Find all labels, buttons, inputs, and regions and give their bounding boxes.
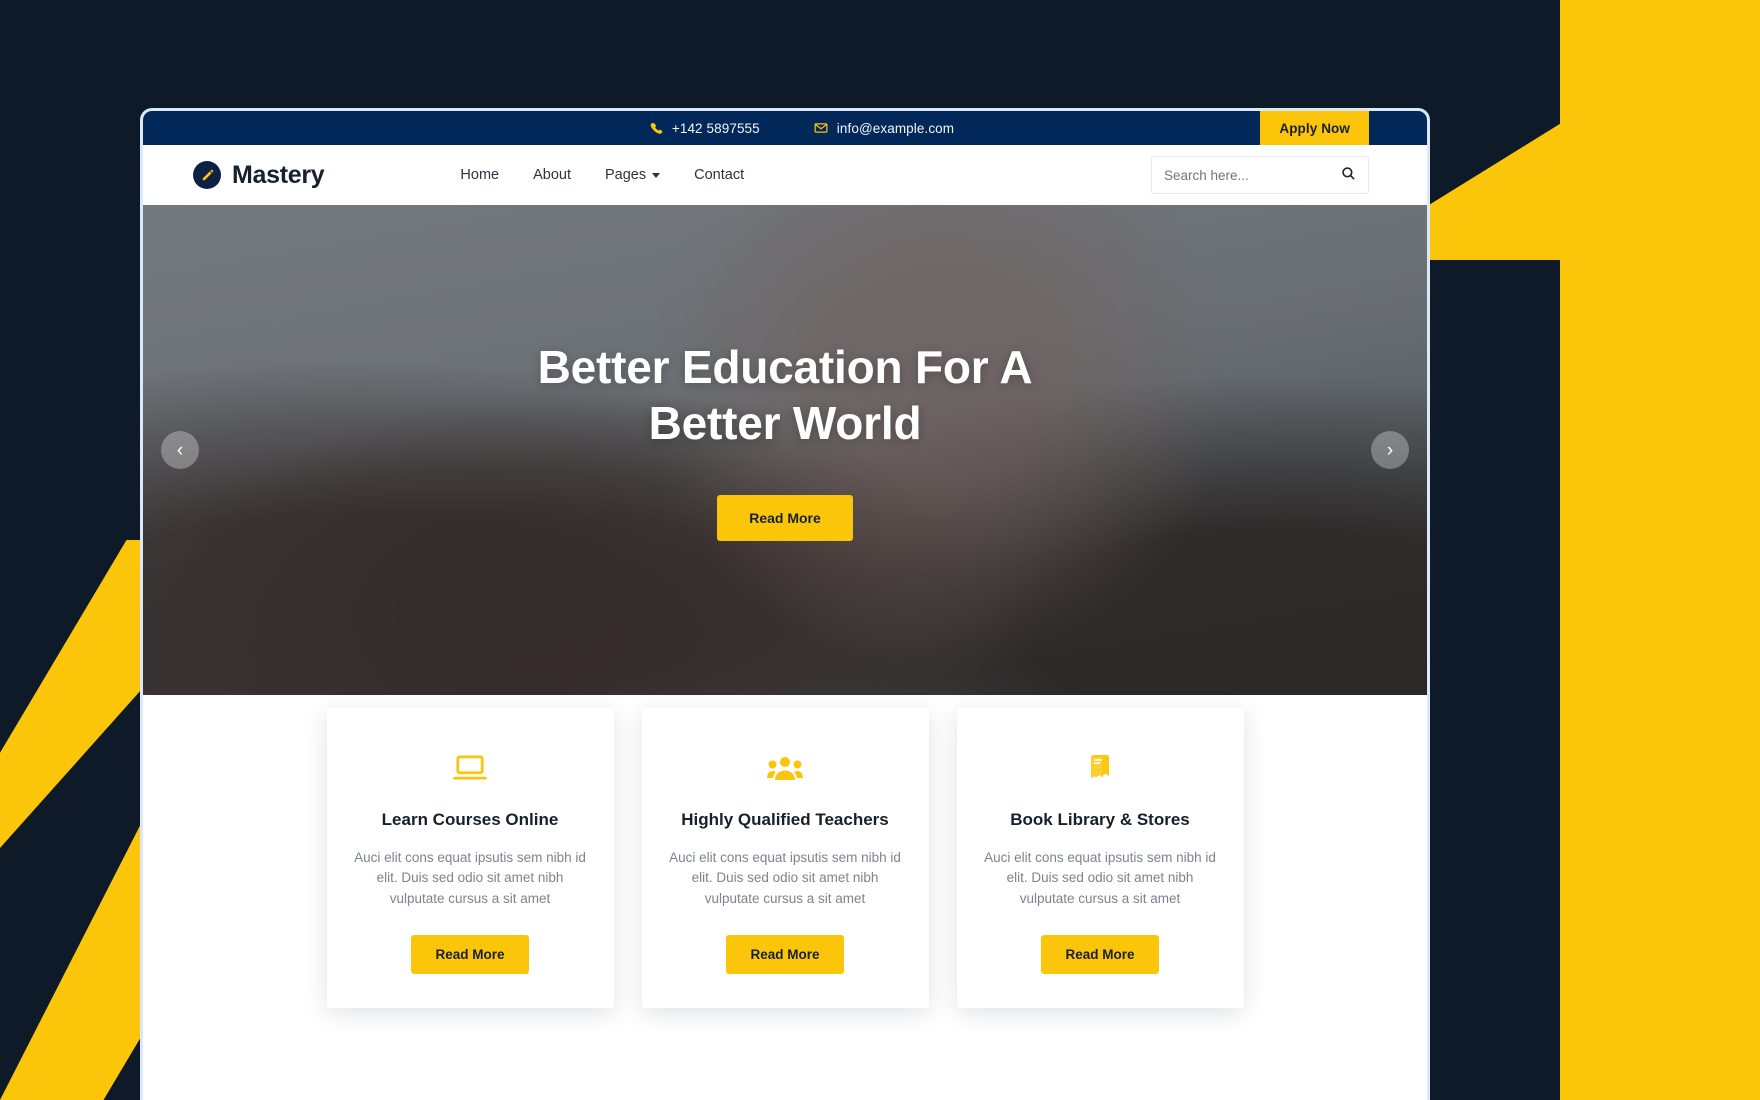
users-group-icon xyxy=(668,748,903,788)
nav-label: Home xyxy=(460,167,500,183)
chevron-left-icon: ‹ xyxy=(176,439,184,461)
nav-label: About xyxy=(533,167,571,183)
nav-links: Home About Pages Contact xyxy=(460,167,744,183)
book-icon xyxy=(983,748,1218,788)
carousel-prev-button[interactable]: ‹ xyxy=(161,431,199,469)
nav-link-pages[interactable]: Pages xyxy=(605,167,661,183)
apply-now-button[interactable]: Apply Now xyxy=(1260,111,1369,145)
main-navigation-bar: Mastery Home About Pages Contact xyxy=(143,145,1427,205)
search-box[interactable] xyxy=(1151,156,1369,194)
card-read-more-button[interactable]: Read More xyxy=(1041,934,1159,974)
card-description: Auci elit cons equat ipsutis sem nibh id… xyxy=(984,850,1216,906)
chevron-right-icon: › xyxy=(1386,439,1394,461)
nav-label: Contact xyxy=(694,167,745,183)
nav-link-about[interactable]: About xyxy=(533,167,571,183)
pencil-square-icon xyxy=(193,161,221,189)
hero-read-more-button[interactable]: Read More xyxy=(717,495,853,542)
card-description: Auci elit cons equat ipsutis sem nibh id… xyxy=(669,850,901,906)
nav-link-home[interactable]: Home xyxy=(460,167,499,183)
brand-name: Mastery xyxy=(232,160,325,189)
envelope-icon xyxy=(814,121,828,135)
card-title: Learn Courses Online xyxy=(381,810,559,829)
nav-link-contact[interactable]: Contact xyxy=(694,167,744,183)
hero-title-line1: Better Education For A xyxy=(537,340,1033,393)
hero-title-line2: Better World xyxy=(648,397,922,449)
chevron-down-icon xyxy=(652,172,661,178)
card-title: Highly Qualified Teachers xyxy=(681,810,889,829)
feature-card: Book Library & Stores Auci elit cons equ… xyxy=(956,708,1244,1008)
email-contact[interactable]: info@example.com xyxy=(814,121,954,136)
hero-title: Better Education For A Better World xyxy=(538,339,1033,451)
feature-cards: Learn Courses Online Auci elit cons equa… xyxy=(143,708,1427,1008)
laptop-icon xyxy=(353,748,588,788)
feature-card: Highly Qualified Teachers Auci elit cons… xyxy=(641,708,929,1008)
card-read-more-button[interactable]: Read More xyxy=(411,934,529,974)
search-icon xyxy=(1341,166,1356,184)
card-read-more-button[interactable]: Read More xyxy=(726,934,844,974)
carousel-next-button[interactable]: › xyxy=(1371,431,1409,469)
feature-card: Learn Courses Online Auci elit cons equa… xyxy=(326,708,614,1008)
email-address: info@example.com xyxy=(836,120,955,136)
card-title: Book Library & Stores xyxy=(1010,810,1190,829)
nav-label: Pages xyxy=(605,167,647,183)
contact-info-group: +142 5897555 info@example.com xyxy=(616,121,954,136)
search-input[interactable] xyxy=(1164,167,1341,183)
website-frame: +142 5897555 info@example.com Apply Now … xyxy=(140,108,1430,1100)
brand-logo[interactable]: Mastery xyxy=(193,160,325,190)
card-description: Auci elit cons equat ipsutis sem nibh id… xyxy=(354,850,586,906)
search-button[interactable] xyxy=(1341,166,1356,184)
phone-icon xyxy=(650,122,663,135)
top-contact-bar: +142 5897555 info@example.com Apply Now xyxy=(143,111,1427,145)
phone-number: +142 5897555 xyxy=(671,120,760,136)
phone-contact[interactable]: +142 5897555 xyxy=(650,121,760,136)
hero-slider: ‹ › Better Education For A Better World … xyxy=(143,205,1427,695)
